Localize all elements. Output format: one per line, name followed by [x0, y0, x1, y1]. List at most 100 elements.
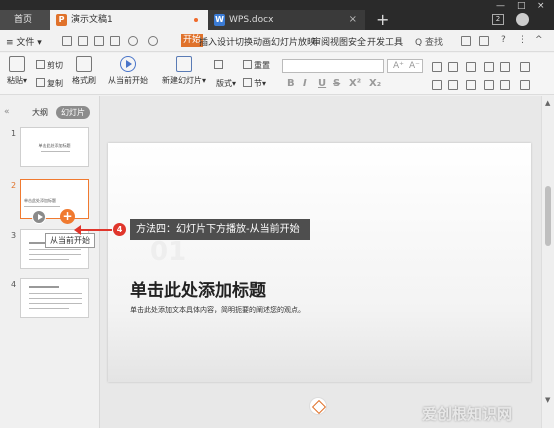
slide-thumbnail-4[interactable]	[20, 278, 89, 318]
callout-text: 方法四：幻灯片下方播放-从当前开始	[130, 219, 310, 240]
bullet-list-icon[interactable]	[448, 62, 458, 72]
new-slide-button[interactable]: 新建幻灯片▾	[162, 56, 206, 86]
align-left-icon[interactable]	[432, 80, 442, 90]
tooltip: 从当前开始	[45, 233, 95, 248]
distribute-icon[interactable]	[500, 80, 510, 90]
tab-transition[interactable]: 切换	[235, 35, 253, 48]
share-icon[interactable]	[461, 36, 471, 46]
slide-edit-area[interactable]: 01 单击此处添加标题 单击此处添加文本具体内容，简明扼要的阐述您的观点。	[100, 96, 541, 428]
file-menu[interactable]: ≡ 文件 ▾	[6, 35, 42, 48]
search-button[interactable]: Q 查找	[415, 35, 443, 48]
thumbnail-title: 单击此处添加标题	[38, 143, 71, 148]
print-icon[interactable]	[94, 36, 104, 46]
format-painter-button[interactable]: 格式刷	[70, 56, 98, 86]
tab-design[interactable]: 设计	[217, 35, 235, 48]
preview-icon[interactable]	[110, 36, 120, 46]
align-center-icon[interactable]	[448, 80, 458, 90]
collapse-pane-icon[interactable]: «	[4, 107, 10, 117]
text-box-icon[interactable]	[520, 62, 530, 72]
thumbnail-title: 单击此处添加标题	[24, 198, 56, 203]
clear-format-icon[interactable]	[432, 62, 442, 72]
cut-button[interactable]: 剪切	[36, 60, 63, 71]
superscript-button[interactable]: X²	[349, 78, 361, 89]
numbered-list-icon[interactable]	[466, 62, 476, 72]
cloud-icon[interactable]	[479, 36, 489, 46]
slide-title-placeholder[interactable]: 单击此处添加标题	[130, 276, 266, 301]
thumbnail-text-line	[29, 298, 82, 299]
underline-button[interactable]: U	[318, 78, 326, 89]
close-window-icon[interactable]: ×	[537, 1, 545, 11]
help-icon[interactable]: ?	[501, 35, 506, 45]
new-slide-icon	[176, 56, 192, 72]
tab-wps-docx[interactable]: W WPS.docx ×	[208, 10, 365, 30]
tab-insert[interactable]: 插入	[199, 35, 217, 48]
unsaved-dot-icon	[194, 18, 198, 22]
tab-view[interactable]: 视图	[330, 35, 348, 48]
italic-button[interactable]: I	[303, 78, 307, 89]
slide-thumbnail-2[interactable]: 单击此处添加标题	[20, 179, 89, 219]
format-painter-icon	[76, 56, 92, 72]
slide-thumbnail-1[interactable]: 单击此处添加标题	[20, 127, 89, 167]
scroll-up-icon[interactable]: ▲	[545, 99, 550, 107]
align-right-icon[interactable]	[466, 80, 476, 90]
font-grow-icon[interactable]: A⁺	[393, 61, 404, 71]
thumbnail-text-line	[29, 286, 59, 288]
tab-presentation-1[interactable]: P 演示文稿1	[50, 10, 208, 30]
layout-icon-button[interactable]	[214, 60, 225, 70]
line-spacing-icon[interactable]	[500, 62, 510, 72]
slide-body-placeholder[interactable]: 单击此处添加文本具体内容，简明扼要的阐述您的观点。	[130, 305, 305, 315]
tab-developer[interactable]: 开发工具	[367, 35, 403, 48]
export-pdf-icon[interactable]	[78, 36, 88, 46]
text-direction-icon[interactable]	[520, 80, 530, 90]
play-from-current-label: 从当前开始	[108, 76, 148, 85]
copy-button[interactable]: 复制	[36, 78, 63, 89]
presentation-icon: P	[56, 14, 67, 26]
tab-security[interactable]: 安全	[348, 35, 366, 48]
collapse-ribbon-icon[interactable]: ^	[535, 35, 543, 45]
copy-label: 复制	[47, 79, 63, 88]
font-shrink-icon[interactable]: A⁻	[409, 61, 420, 71]
subscript-button[interactable]: X₂	[369, 78, 381, 89]
title-tab-bar: 首页 P 演示文稿1 W WPS.docx × + 2 — □ ×	[0, 0, 554, 30]
maximize-icon[interactable]: □	[517, 1, 526, 11]
minimize-icon[interactable]: —	[496, 1, 505, 11]
thumbnail-text-line	[29, 259, 69, 260]
tab-slides[interactable]: 幻灯片	[56, 106, 90, 119]
scrollbar-thumb[interactable]	[545, 186, 551, 246]
tab-review[interactable]: 审阅	[312, 35, 330, 48]
window-count-badge[interactable]: 2	[492, 14, 504, 25]
paste-button[interactable]: 粘贴▾	[6, 56, 28, 86]
reset-button[interactable]: 重置	[243, 60, 270, 71]
close-tab-icon[interactable]: ×	[349, 10, 357, 30]
font-family-select[interactable]	[282, 59, 384, 73]
indent-icon[interactable]	[484, 62, 494, 72]
current-slide[interactable]: 01 单击此处添加标题 单击此处添加文本具体内容，简明扼要的阐述您的观点。	[108, 143, 531, 382]
thumbnail-text-line	[29, 293, 82, 294]
thumbnail-text-line	[29, 249, 81, 250]
thumbnail-text-line	[24, 206, 60, 207]
thumbnail-text-line	[29, 303, 82, 304]
tab-home[interactable]: 首页	[0, 10, 50, 30]
tab-outline[interactable]: 大纲	[32, 107, 48, 118]
section-button[interactable]: 节▾	[243, 78, 266, 89]
smart-assistant-icon[interactable]	[309, 397, 327, 415]
scroll-down-icon[interactable]: ▼	[545, 396, 550, 404]
tab-slideshow[interactable]: 幻灯片放映	[271, 35, 316, 48]
avatar[interactable]	[516, 13, 529, 26]
new-tab-button[interactable]: +	[376, 11, 389, 29]
play-from-current-icon[interactable]	[32, 210, 46, 224]
vertical-scrollbar[interactable]: ▲ ▼	[541, 96, 554, 428]
redo-icon[interactable]	[148, 36, 158, 46]
save-icon[interactable]	[62, 36, 72, 46]
callout-arrow-icon	[74, 225, 112, 235]
justify-icon[interactable]	[484, 80, 494, 90]
tab-animation[interactable]: 动画	[253, 35, 271, 48]
add-slide-button[interactable]: +	[60, 209, 75, 224]
more-icon[interactable]: ⋮	[518, 35, 527, 45]
undo-icon[interactable]	[128, 36, 138, 46]
bold-button[interactable]: B	[287, 78, 295, 89]
play-icon	[120, 56, 136, 72]
layout-button[interactable]: 版式▾	[216, 78, 236, 89]
play-from-current-button[interactable]: 从当前开始	[104, 56, 152, 86]
strikethrough-button[interactable]: S	[333, 78, 340, 89]
